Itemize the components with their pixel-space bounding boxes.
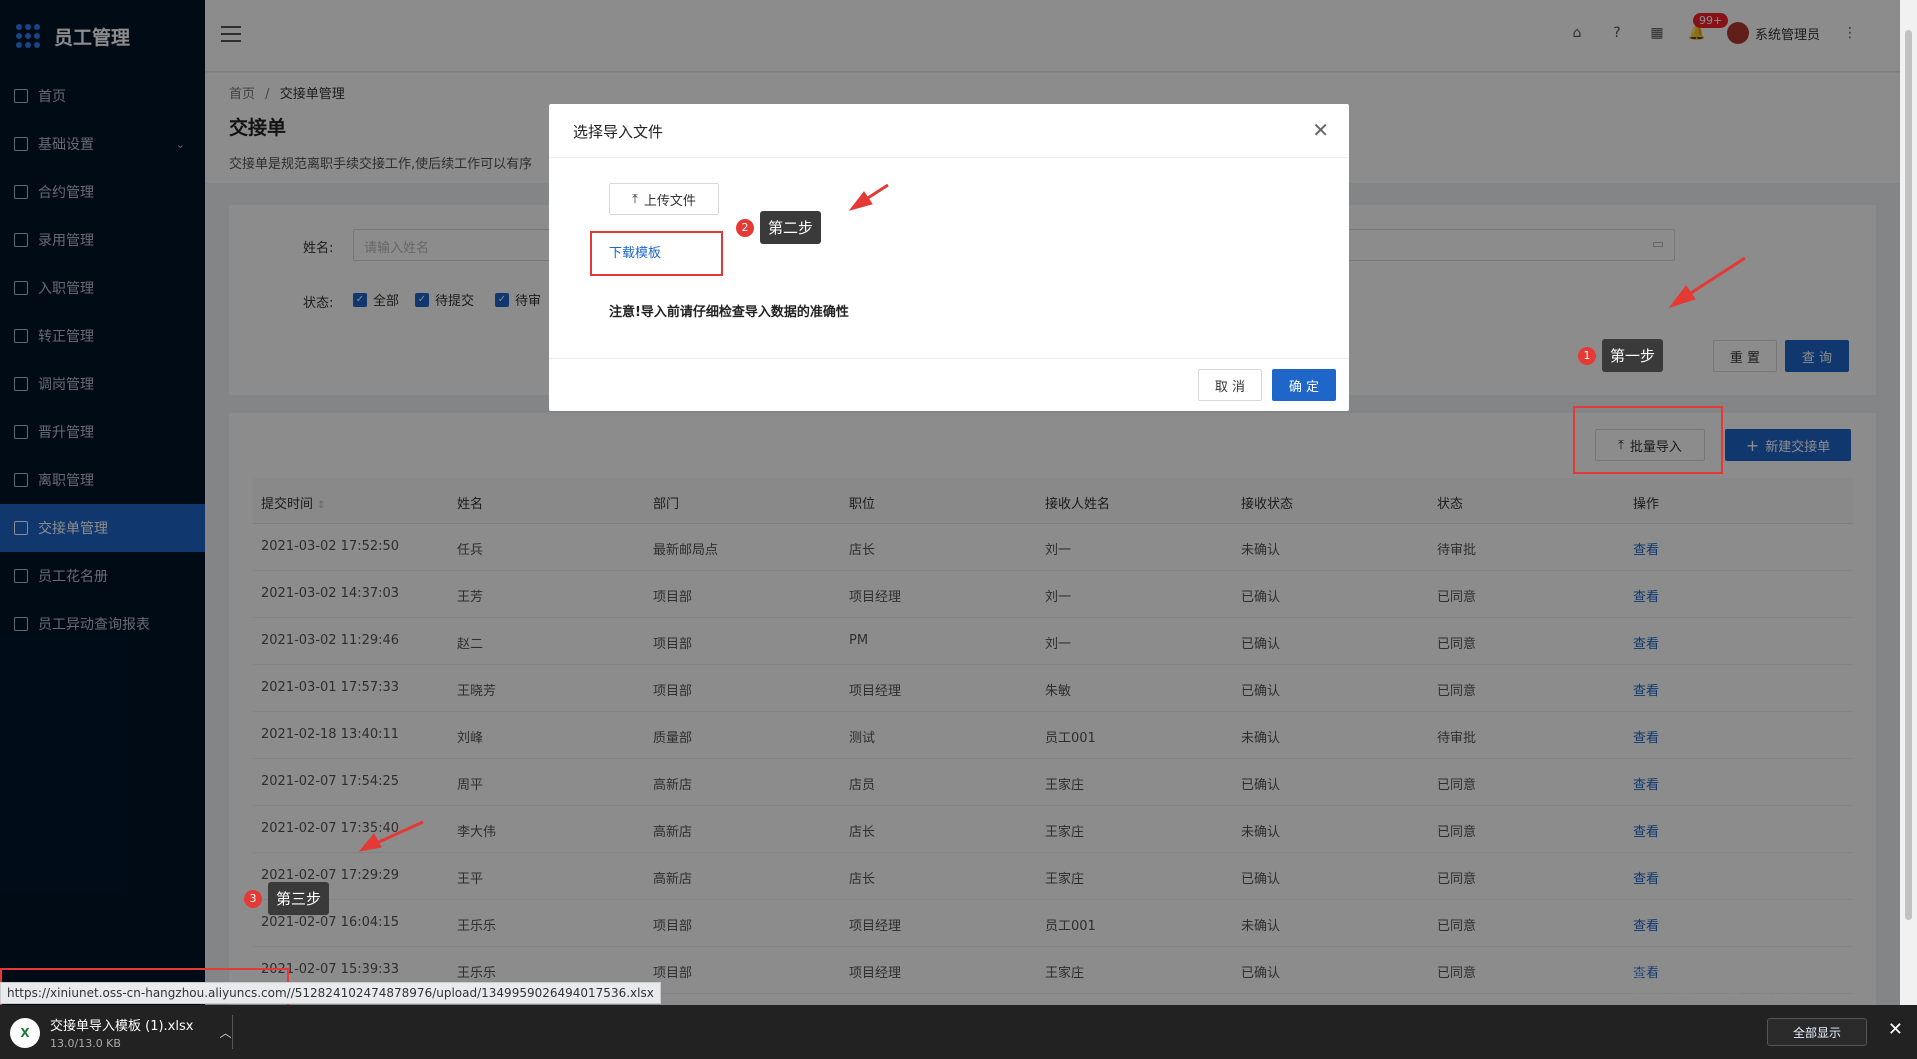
chevron-up-icon[interactable]: ︿	[219, 1024, 231, 1041]
step-1-callout: 1 第一步	[1578, 339, 1664, 372]
close-icon[interactable]: ✕	[1888, 1019, 1903, 1040]
download-bar: X 交接单导入模板 (1).xlsx 13.0/13.0 KB ︿ 全部显示 ✕	[0, 1005, 1917, 1059]
annotation-box-download	[590, 231, 723, 276]
show-all-button[interactable]: 全部显示	[1767, 1018, 1867, 1046]
download-file-size: 13.0/13.0 KB	[50, 1037, 121, 1050]
annotation-box-batch-import	[1573, 406, 1723, 474]
activate-watermark: 激活 Windows	[1630, 962, 1766, 986]
step-3-callout: 3 第三步	[244, 882, 330, 915]
step-2-callout: 2 第二步	[736, 211, 822, 244]
download-item[interactable]: X 交接单导入模板 (1).xlsx 13.0/13.0 KB ︿	[10, 1015, 231, 1050]
excel-file-icon: X	[10, 1017, 40, 1048]
status-url: https://xiniunet.oss-cn-hangzhou.aliyunc…	[0, 982, 661, 1004]
download-file-name: 交接单导入模板 (1).xlsx	[50, 1019, 194, 1034]
activate-watermark-hint: 转到"设置"以激活 Windows。	[1630, 989, 1822, 1005]
